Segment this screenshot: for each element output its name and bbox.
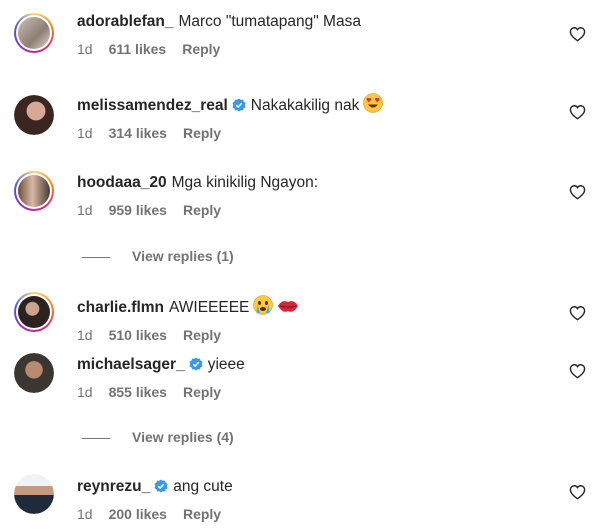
avatar[interactable] [14,474,54,514]
comment-text: Mga kinikilig Ngayon: [171,174,319,191]
comment-username[interactable]: adorablefan_ [77,13,173,30]
comment-likes[interactable]: 855 likes [109,384,167,400]
heart-outline-icon[interactable] [569,363,586,379]
avatar[interactable] [14,171,54,211]
avatar[interactable] [14,292,54,332]
crying-emoji-icon [253,295,274,315]
avatar[interactable] [14,353,54,393]
divider [82,256,110,258]
reply-button[interactable]: Reply [183,327,221,343]
comment-time[interactable]: 1d [77,125,93,141]
comment-username[interactable]: melissamendez_real [77,97,228,114]
verified-badge-icon [154,479,168,493]
verified-badge-icon [189,357,203,371]
reply-button[interactable]: Reply [183,125,221,141]
comment-username[interactable]: reynrezu_ [77,478,150,495]
comment-time[interactable]: 1d [77,506,93,522]
comment-likes[interactable]: 200 likes [109,506,167,522]
comment-text: ang cute [173,478,233,495]
reply-button[interactable]: Reply [183,506,221,522]
view-replies-label[interactable]: View replies (1) [132,248,234,264]
comment-username[interactable]: michaelsager_ [77,356,185,373]
comment-likes[interactable]: 510 likes [109,327,167,343]
reply-button[interactable]: Reply [183,202,221,218]
comment-likes[interactable]: 959 likes [109,202,167,218]
comment-likes[interactable]: 611 likes [109,41,167,57]
lips-emoji-icon [278,301,299,312]
divider [82,437,110,439]
view-replies-button[interactable]: View replies (1) [82,248,234,264]
view-replies-button[interactable]: View replies (4) [82,429,234,445]
avatar[interactable] [14,95,54,135]
heart-outline-icon[interactable] [569,184,586,200]
comment-time[interactable]: 1d [77,41,93,57]
heart-eyes-emoji-icon [363,93,384,113]
reply-button[interactable]: Reply [183,384,221,400]
reply-button[interactable]: Reply [182,41,220,57]
heart-outline-icon[interactable] [569,104,586,120]
heart-outline-icon[interactable] [569,484,586,500]
comment-time[interactable]: 1d [77,384,93,400]
comment-username[interactable]: hoodaaa_20 [77,174,167,191]
avatar[interactable] [14,13,54,53]
verified-badge-icon [232,98,246,112]
comment-text: Marco "tumatapang" Masa [178,13,361,30]
comment-text: AWIEEEEE [169,299,250,316]
comment-username[interactable]: charlie.flmn [77,299,164,316]
view-replies-label[interactable]: View replies (4) [132,429,234,445]
comment-time[interactable]: 1d [77,327,93,343]
comment-text: yieee [207,356,245,373]
heart-outline-icon[interactable] [569,26,586,42]
heart-outline-icon[interactable] [569,305,586,321]
comment-text: Nakakakilig nak [250,97,360,114]
comment-likes[interactable]: 314 likes [109,125,167,141]
comment-time[interactable]: 1d [77,202,93,218]
